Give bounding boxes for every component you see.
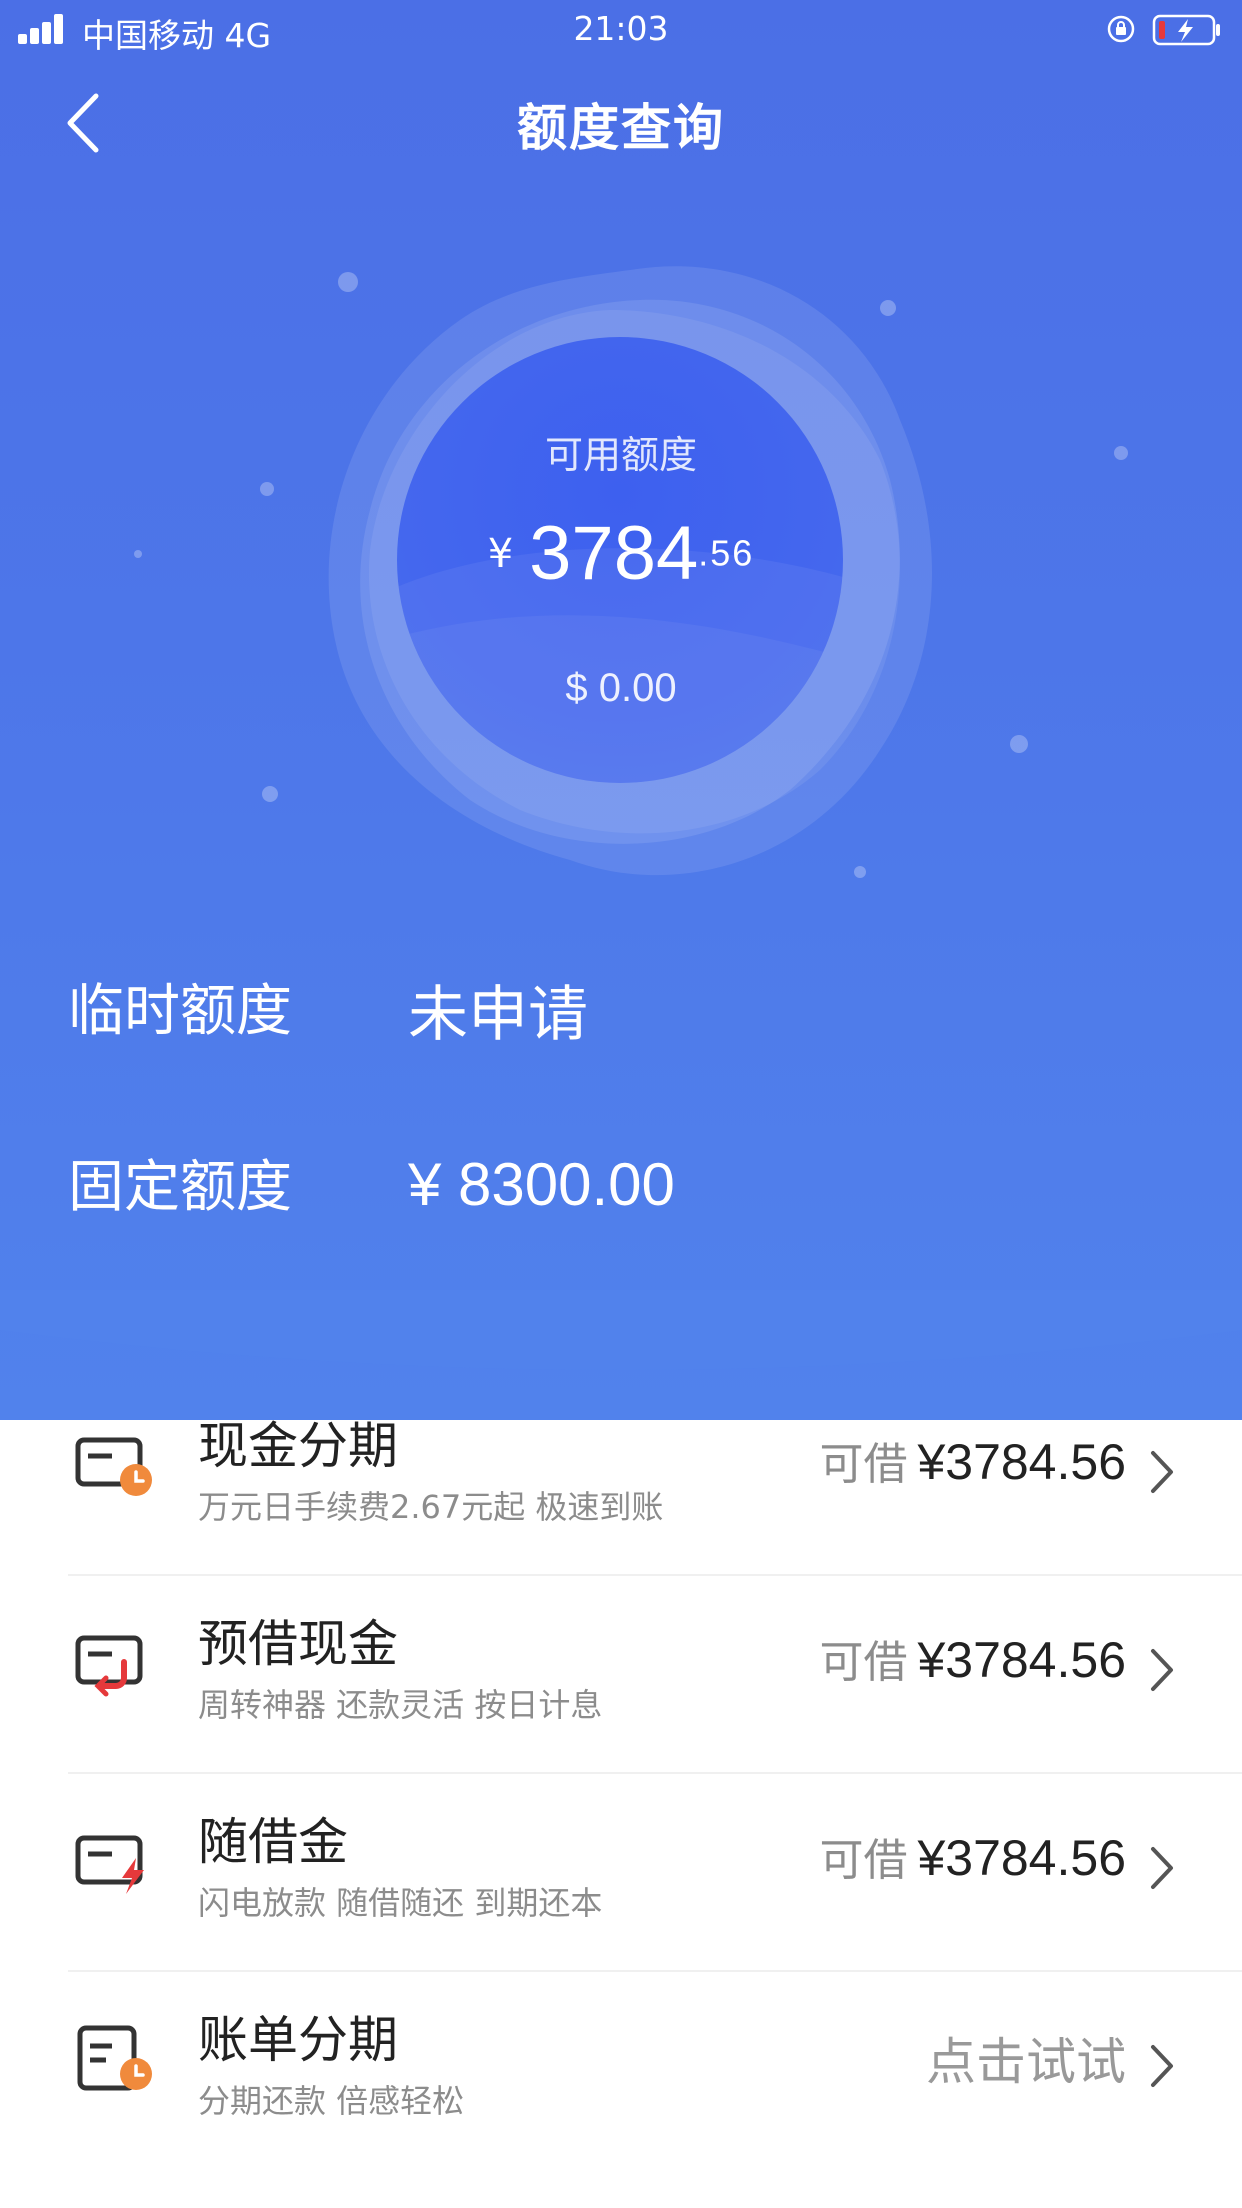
chevron-right-icon: [1151, 2045, 1173, 2087]
list-item-flexible-loan[interactable]: 随借金 闪电放款 随借随还 到期还本 可借 ¥3784.56: [0, 1774, 1242, 1972]
card-clock-icon: [75, 1437, 152, 1496]
available-credit-amount: ¥3784.56: [0, 510, 1242, 597]
item-subtitle: 闪电放款 随借随还 到期还本: [198, 1884, 603, 1922]
try-it-action[interactable]: 点击试试: [926, 2022, 1126, 2094]
item-title: 预借现金: [198, 1615, 398, 1673]
list-item-bill-installment[interactable]: 账单分期 分期还款 倍感轻松 点击试试: [0, 1972, 1242, 2170]
temporary-quota-value[interactable]: 未申请: [408, 966, 588, 1053]
status-time: 21:03: [573, 9, 669, 48]
item-subtitle: 周转神器 还款灵活 按日计息: [198, 1686, 603, 1724]
available-prefix: 可借: [819, 1637, 908, 1688]
item-available: 可借 ¥3784.56: [819, 1824, 1126, 1888]
available-credit-label: 可用额度: [544, 433, 697, 477]
status-bar: 中国移动 4G 21:03: [0, 0, 1242, 58]
item-subtitle: 分期还款 倍感轻松: [198, 2082, 465, 2120]
decor-dot: [262, 786, 278, 802]
decor-dot: [260, 482, 274, 496]
available-amount: ¥3784.56: [917, 1830, 1126, 1886]
currency-symbol: ¥: [487, 530, 514, 577]
item-subtitle: 万元日手续费2.67元起 极速到账: [198, 1488, 664, 1526]
available-prefix: 可借: [819, 1835, 908, 1886]
orientation-lock-icon: [1107, 15, 1135, 43]
available-amount: ¥3784.56: [917, 1632, 1126, 1688]
fixed-quota-label: 固定额度: [68, 1155, 292, 1220]
item-title: 账单分期: [198, 2011, 398, 2069]
item-title: 随借金: [198, 1813, 348, 1871]
item-available: 可借 ¥3784.56: [819, 1428, 1126, 1492]
temporary-quota-label: 临时额度: [68, 979, 292, 1044]
list-item-cash-installment[interactable]: 现金分期 万元日手续费2.67元起 极速到账 可借 ¥3784.56: [0, 1378, 1242, 1576]
available-prefix: 可借: [819, 1439, 908, 1490]
amount-integer: 3784: [529, 511, 699, 596]
list-item-cash-advance[interactable]: 预借现金 周转神器 还款灵活 按日计息 可借 ¥3784.56: [0, 1576, 1242, 1774]
item-title: 现金分期: [198, 1417, 398, 1475]
amount-decimal: .56: [698, 532, 755, 574]
page-title: 额度查询: [517, 99, 725, 157]
chevron-right-icon: [1151, 1649, 1173, 1691]
card-lightning-icon: [75, 1835, 144, 1894]
fixed-quota-value: ¥ 8300.00: [408, 1151, 675, 1218]
card-loop-icon: [75, 1635, 143, 1697]
usd-amount: $ 0.00: [565, 666, 677, 710]
chevron-right-icon: [1151, 1451, 1173, 1493]
available-amount: ¥3784.56: [917, 1434, 1126, 1490]
battery-icon: [1152, 14, 1220, 46]
bill-clock-icon: [77, 2025, 152, 2091]
decor-dot: [1010, 735, 1028, 753]
chevron-right-icon: [1151, 1847, 1173, 1889]
item-available: 可借 ¥3784.56: [819, 1626, 1126, 1690]
